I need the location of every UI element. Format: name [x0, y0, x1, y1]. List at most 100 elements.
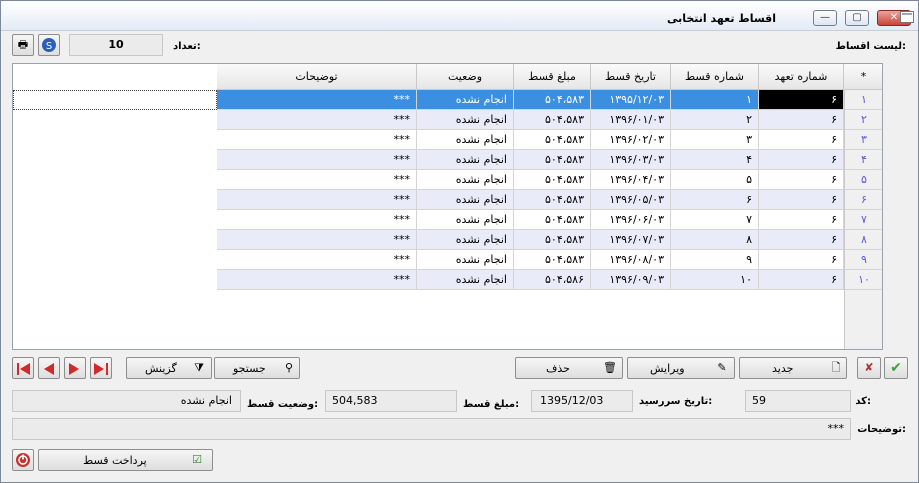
col-header-installment-date[interactable]: تاریخ قسط [591, 64, 671, 90]
cell-description[interactable]: *** [217, 110, 417, 130]
cell-installment-no[interactable]: ۵ [671, 170, 759, 190]
cell-installment-date[interactable]: ۱۳۹۶/۰۷/۰۳ [591, 230, 671, 250]
cell-description[interactable]: *** [217, 130, 417, 150]
cell-installment-date[interactable]: ۱۳۹۶/۰۸/۰۳ [591, 250, 671, 270]
first-record-button[interactable] [12, 357, 34, 379]
export-button[interactable]: S [38, 34, 60, 56]
cell-amount[interactable]: ۵۰۴،۵۸۳ [514, 170, 591, 190]
row-number[interactable]: ۵ [845, 170, 882, 190]
exit-button[interactable] [12, 449, 34, 471]
pay-installment-button[interactable]: ☑ پرداخت قسط [38, 449, 213, 471]
description-field[interactable]: *** [12, 418, 851, 440]
cell-status[interactable]: انجام نشده [417, 210, 514, 230]
row-number[interactable]: ۱ [845, 90, 882, 110]
cell-description[interactable]: *** [217, 250, 417, 270]
cell-amount[interactable]: ۵۰۴،۵۸۳ [514, 250, 591, 270]
cell-commitment-no[interactable]: ۶ [759, 270, 844, 290]
delete-button[interactable]: 🗑 حذف [515, 357, 623, 379]
col-header-installment-no[interactable]: شماره قسط [671, 64, 759, 90]
filter-button[interactable]: ⧩ گزینش [126, 357, 212, 379]
cell-amount[interactable]: ۵۰۴،۵۸۳ [514, 90, 591, 110]
cell-commitment-no[interactable]: ۶ [759, 170, 844, 190]
minimize-button[interactable]: — [813, 10, 837, 26]
cell-description[interactable]: *** [217, 230, 417, 250]
cell-installment-no[interactable]: ۱ [671, 90, 759, 110]
previous-record-button[interactable] [38, 357, 60, 379]
cell-installment-no[interactable]: ۹ [671, 250, 759, 270]
cancel-button[interactable]: ✘ [857, 357, 881, 379]
cell-amount[interactable]: ۵۰۴،۵۸۳ [514, 230, 591, 250]
cell-installment-no[interactable]: ۷ [671, 210, 759, 230]
cell-installment-date[interactable]: ۱۳۹۶/۰۲/۰۳ [591, 130, 671, 150]
cell-installment-date[interactable]: ۱۳۹۶/۰۱/۰۳ [591, 110, 671, 130]
cell-installment-no[interactable]: ۳ [671, 130, 759, 150]
pay-installment-label: پرداخت قسط [83, 454, 147, 467]
cell-installment-date[interactable]: ۱۳۹۶/۰۹/۰۳ [591, 270, 671, 290]
corner-header[interactable]: * [844, 64, 882, 90]
cell-description[interactable]: *** [217, 210, 417, 230]
row-number[interactable]: ۴ [845, 150, 882, 170]
col-header-description[interactable]: توضیحات [217, 64, 417, 90]
cell-amount[interactable]: ۵۰۴،۵۸۳ [514, 150, 591, 170]
next-record-button[interactable] [64, 357, 86, 379]
cell-status[interactable]: انجام نشده [417, 270, 514, 290]
confirm-button[interactable]: ✔ [884, 357, 908, 379]
amount-field[interactable]: 504,583 [325, 390, 457, 412]
col-header-amount[interactable]: مبلغ قسط [514, 64, 591, 90]
row-number[interactable]: ۱۰ [845, 270, 882, 290]
cell-commitment-no[interactable]: ۶ [759, 110, 844, 130]
new-button[interactable]: 🗋 جدید [739, 357, 847, 379]
cell-description[interactable]: *** [217, 190, 417, 210]
cell-amount[interactable]: ۵۰۴،۵۸۳ [514, 210, 591, 230]
cell-status[interactable]: انجام نشده [417, 230, 514, 250]
cell-description[interactable]: *** [217, 90, 417, 110]
row-number[interactable]: ۹ [845, 250, 882, 270]
cell-description[interactable]: *** [217, 150, 417, 170]
col-header-status[interactable]: وضعیت [417, 64, 514, 90]
cell-status[interactable]: انجام نشده [417, 90, 514, 110]
cell-installment-date[interactable]: ۱۳۹۵/۱۲/۰۳ [591, 90, 671, 110]
cell-installment-date[interactable]: ۱۳۹۶/۰۶/۰۳ [591, 210, 671, 230]
cell-status[interactable]: انجام نشده [417, 130, 514, 150]
row-number[interactable]: ۶ [845, 190, 882, 210]
cell-amount[interactable]: ۵۰۴،۵۸۳ [514, 190, 591, 210]
print-button[interactable]: 🖶 [12, 34, 34, 56]
cell-installment-no[interactable]: ۱۰ [671, 270, 759, 290]
cell-status[interactable]: انجام نشده [417, 170, 514, 190]
cell-status[interactable]: انجام نشده [417, 250, 514, 270]
cell-installment-no[interactable]: ۶ [671, 190, 759, 210]
col-header-commitment-no[interactable]: شماره تعهد [759, 64, 844, 90]
row-number[interactable]: ۲ [845, 110, 882, 130]
cell-commitment-no[interactable]: ۶ [759, 150, 844, 170]
cell-installment-no[interactable]: ۸ [671, 230, 759, 250]
cell-status[interactable]: انجام نشده [417, 190, 514, 210]
search-button[interactable]: ⚲ جستجو [214, 357, 300, 379]
cell-commitment-no[interactable]: ۶ [759, 130, 844, 150]
cell-installment-no[interactable]: ۴ [671, 150, 759, 170]
row-number[interactable]: ۳ [845, 130, 882, 150]
restore-button[interactable]: ▢ [845, 10, 869, 26]
cell-installment-date[interactable]: ۱۳۹۶/۰۳/۰۳ [591, 150, 671, 170]
cell-installment-no[interactable]: ۲ [671, 110, 759, 130]
due-date-field[interactable]: 1395/12/03 [531, 390, 633, 412]
edit-button[interactable]: ✎ ویرایش [627, 357, 735, 379]
row-number[interactable]: ۷ [845, 210, 882, 230]
code-field[interactable]: 59 [745, 390, 851, 412]
cell-commitment-no[interactable]: ۶ [759, 230, 844, 250]
cell-amount[interactable]: ۵۰۴،۵۸۳ [514, 130, 591, 150]
row-number[interactable]: ۸ [845, 230, 882, 250]
cell-commitment-no[interactable]: ۶ [759, 190, 844, 210]
cell-commitment-no[interactable]: ۶ [759, 250, 844, 270]
cell-description[interactable]: *** [217, 170, 417, 190]
last-record-button[interactable] [90, 357, 112, 379]
cell-amount[interactable]: ۵۰۴،۵۸۳ [514, 110, 591, 130]
cell-status[interactable]: انجام نشده [417, 110, 514, 130]
cell-description[interactable]: *** [217, 270, 417, 290]
cell-installment-date[interactable]: ۱۳۹۶/۰۵/۰۳ [591, 190, 671, 210]
cell-commitment-no[interactable]: ۶ [759, 210, 844, 230]
cell-commitment-no[interactable]: ۶ [759, 90, 844, 110]
cell-status[interactable]: انجام نشده [417, 150, 514, 170]
installment-status-field[interactable]: انجام نشده [12, 390, 241, 412]
cell-amount[interactable]: ۵۰۴،۵۸۶ [514, 270, 591, 290]
cell-installment-date[interactable]: ۱۳۹۶/۰۴/۰۳ [591, 170, 671, 190]
